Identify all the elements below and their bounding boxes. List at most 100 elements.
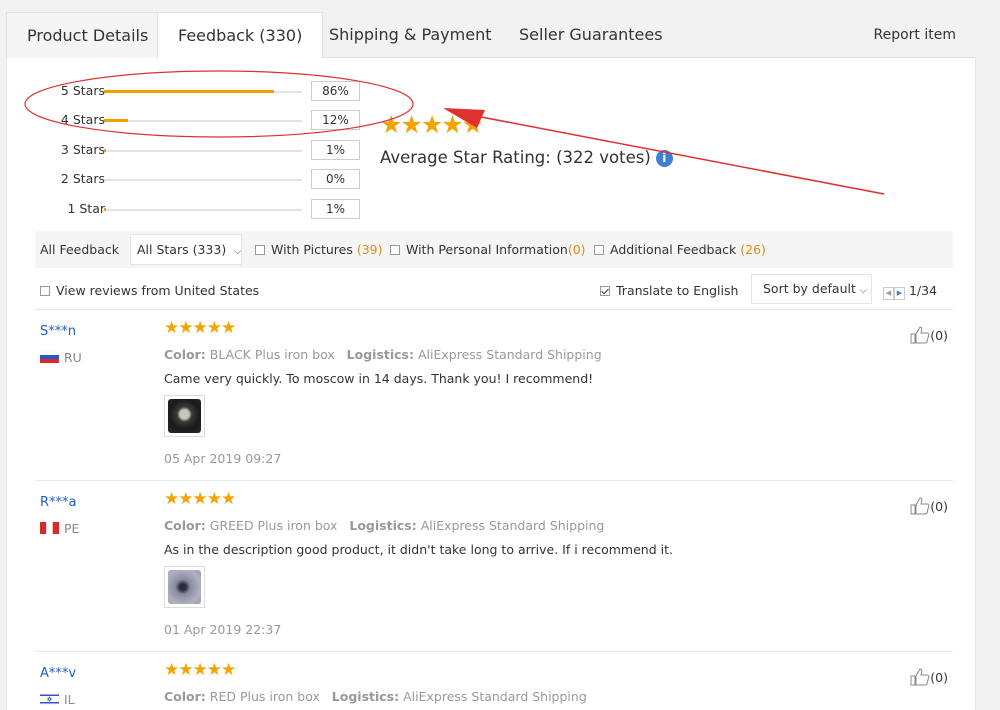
view-us-label: View reviews from United States [56, 283, 260, 298]
flag-pe-icon [40, 522, 59, 534]
rating-bar [104, 208, 302, 211]
with-pictures-checkbox[interactable] [255, 245, 265, 255]
tab-shipping-payment[interactable]: Shipping & Payment [309, 12, 512, 58]
prev-page-icon[interactable]: ◀ [883, 287, 894, 300]
rating-percent: 0% [311, 169, 360, 189]
helpful-button[interactable]: (0) [910, 497, 948, 515]
logistics-value: AliExpress Standard Shipping [417, 347, 602, 362]
review-photo-thumbnail[interactable] [164, 566, 205, 608]
color-value: BLACK Plus iron box [209, 347, 335, 362]
rating-bar-fill [104, 119, 128, 122]
review-date: 05 Apr 2019 09:27 [164, 451, 282, 466]
reviewer-country: PE [40, 521, 79, 536]
review-stars: ★★★★★ [164, 318, 236, 338]
view-us-checkbox[interactable] [40, 286, 50, 296]
with-personal-count: (0) [567, 242, 586, 257]
helpful-count: (0) [930, 328, 948, 343]
rating-row-4[interactable]: 4 Stars 12% [7, 110, 367, 132]
review-stars: ★★★★★ [164, 660, 236, 680]
country-code: IL [64, 692, 75, 707]
average-star-icons: ★★★★★ [380, 110, 484, 139]
review-photo [168, 570, 201, 604]
view-us-option[interactable]: View reviews from United States [40, 283, 259, 298]
review-photo [168, 399, 201, 433]
feedback-panel: 5 Stars 86% 4 Stars 12% 3 Stars 1% 2 Sta… [6, 58, 976, 710]
reviewer-name[interactable]: A***v [40, 666, 76, 681]
sort-label: Sort by default [763, 281, 856, 296]
sort-dropdown[interactable]: Sort by default ⌵ [751, 274, 872, 304]
thumbs-up-icon [910, 497, 930, 515]
rating-label: 5 Stars [60, 83, 105, 98]
pagination: ◀ ▶ 1/34 [883, 283, 937, 300]
rating-percent: 1% [311, 199, 360, 219]
review-meta: Color: BLACK Plus iron box Logistics: Al… [164, 347, 602, 362]
review-stars: ★★★★★ [164, 489, 236, 509]
with-pictures-filter[interactable]: With Pictures (39) [255, 242, 383, 257]
tab-product-details[interactable]: Product Details [6, 12, 170, 58]
reviewer-name[interactable]: R***a [40, 495, 77, 510]
additional-feedback-checkbox[interactable] [594, 245, 604, 255]
color-value: GREED Plus iron box [209, 518, 338, 533]
reviewer-name[interactable]: S***n [40, 324, 76, 339]
review-text: As in the description good product, it d… [164, 542, 673, 557]
next-page-icon[interactable]: ▶ [894, 287, 905, 300]
rating-bar [104, 90, 302, 93]
average-rating-text: Average Star Rating: (322 votes) [380, 148, 651, 167]
review-text: Came very quickly. To moscow in 14 days.… [164, 371, 594, 386]
review-meta: Color: RED Plus iron box Logistics: AliE… [164, 689, 587, 704]
rating-label: 3 Stars [60, 142, 105, 157]
logistics-label: Logistics: [349, 518, 417, 533]
rating-row-1[interactable]: 1 Star 1% [7, 199, 367, 221]
rating-bar [104, 119, 302, 122]
with-personal-label: With Personal Information [406, 242, 568, 257]
additional-feedback-count: (26) [740, 242, 766, 257]
rating-row-2[interactable]: 2 Stars 0% [7, 169, 367, 191]
rating-row-5[interactable]: 5 Stars 86% [7, 81, 367, 103]
country-code: RU [64, 350, 82, 365]
tab-feedback[interactable]: Feedback (330) [157, 12, 324, 59]
rating-label: 2 Stars [60, 171, 105, 186]
additional-feedback-label: Additional Feedback [610, 242, 737, 257]
tab-seller-guarantees[interactable]: Seller Guarantees [499, 12, 683, 58]
page-indicator: 1/34 [908, 283, 938, 298]
review-photo-thumbnail[interactable] [164, 395, 205, 437]
color-label: Color: [164, 347, 206, 362]
translate-label: Translate to English [616, 283, 739, 298]
reviewer-country: IL [40, 692, 75, 707]
with-pictures-count: (39) [356, 242, 383, 257]
flag-il-icon [40, 693, 59, 705]
color-label: Color: [164, 518, 206, 533]
rating-percent: 86% [311, 81, 360, 101]
rating-label: 4 Stars [60, 112, 105, 127]
all-feedback-filter[interactable]: All Feedback [40, 242, 119, 257]
rating-bar [104, 149, 302, 152]
translate-checkbox[interactable] [600, 286, 610, 296]
helpful-button[interactable]: (0) [910, 668, 948, 686]
options-row: View reviews from United States Translat… [35, 272, 953, 310]
rating-bar [104, 179, 302, 181]
color-value: RED Plus iron box [209, 689, 320, 704]
helpful-count: (0) [930, 670, 948, 685]
rating-row-3[interactable]: 3 Stars 1% [7, 140, 367, 162]
translate-option[interactable]: Translate to English [600, 283, 738, 298]
with-personal-filter[interactable]: With Personal Information(0) [390, 242, 586, 257]
with-pictures-label: With Pictures [271, 242, 353, 257]
with-personal-checkbox[interactable] [390, 245, 400, 255]
chevron-down-icon: ⌵ [234, 247, 242, 257]
logistics-value: AliExpress Standard Shipping [403, 689, 587, 704]
helpful-button[interactable]: (0) [910, 326, 948, 344]
review-item: A***v IL ★★★★★ Color: RED Plus iron box … [35, 652, 953, 710]
flag-ru-icon [40, 351, 59, 363]
all-stars-label: All Stars (333) [137, 242, 227, 257]
review-item: R***a PE ★★★★★ Color: GREED Plus iron bo… [35, 481, 953, 652]
info-icon[interactable]: i [655, 150, 673, 167]
rating-percent: 1% [311, 140, 360, 160]
all-stars-dropdown[interactable]: All Stars (333) ⌵ [130, 234, 242, 265]
rating-percent: 12% [311, 110, 360, 130]
report-item-link[interactable]: Report item [874, 12, 957, 58]
review-item: S***n RU ★★★★★ Color: BLACK Plus iron bo… [35, 310, 953, 481]
filter-bar: All Feedback All Stars (333) ⌵ With Pict… [35, 231, 953, 268]
reviewer-country: RU [40, 350, 82, 365]
additional-feedback-filter[interactable]: Additional Feedback (26) [594, 242, 766, 257]
chevron-down-icon: ⌵ [859, 286, 867, 296]
